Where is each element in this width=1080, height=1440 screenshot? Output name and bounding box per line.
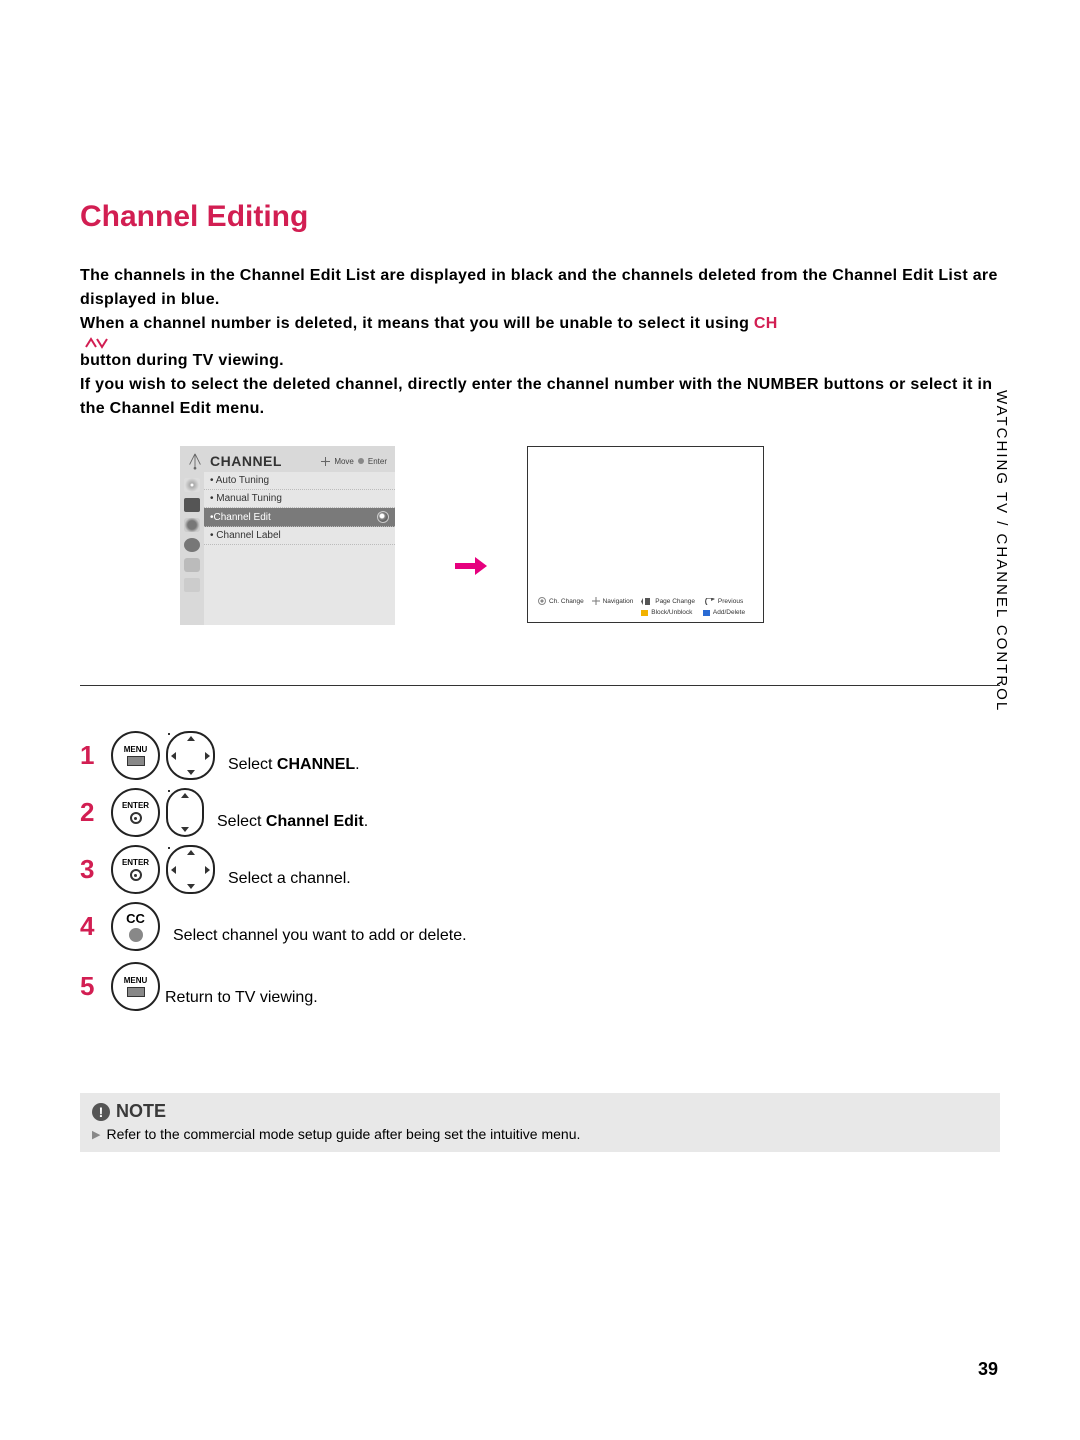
step-2: 2 ENTER Select Channel Edit. xyxy=(80,788,1000,837)
menu-item-channel-edit[interactable]: • Channel Edit xyxy=(204,508,395,527)
channel-menu-header: CHANNEL Move Enter xyxy=(180,446,395,472)
channel-menu-title: CHANNEL xyxy=(210,453,282,469)
dpad-icon xyxy=(166,845,215,894)
channel-menu-list: • Auto Tuning • Manual Tuning • Channel … xyxy=(204,472,395,625)
sidebar-icon-2 xyxy=(184,498,200,512)
channel-menu-panel: CHANNEL Move Enter xyxy=(180,446,395,625)
step-num: 4 xyxy=(80,911,108,942)
selected-dot-icon xyxy=(377,511,389,523)
menu-button-icon: MENU xyxy=(111,962,160,1011)
info-icon: ! xyxy=(92,1103,110,1121)
sidebar-icon-6 xyxy=(184,578,200,592)
content-area: Channel Editing The channels in the Chan… xyxy=(80,200,1000,1152)
step-text: Select a channel. xyxy=(228,870,351,888)
step-4: 4 CC Select channel you want to add or d… xyxy=(80,902,1000,951)
hdr-move-label: Move xyxy=(334,457,354,466)
step-text: Select CHANNEL. xyxy=(228,756,360,774)
steps-list: 1 MENU Select CHANNEL. 2 ENTER Select Ch… xyxy=(80,731,1000,1013)
intro-p2: When a channel number is deleted, it mea… xyxy=(80,312,1000,373)
step-1: 1 MENU Select CHANNEL. xyxy=(80,731,1000,780)
bullet-icon: ▶ xyxy=(92,1128,100,1141)
note-box: ! NOTE ▶ Refer to the commercial mode se… xyxy=(80,1093,1000,1152)
sidebar-icon-4 xyxy=(184,538,200,552)
enter-button-icon: ENTER xyxy=(111,845,160,894)
nav-cross-icon xyxy=(592,597,600,605)
step-text: Select Channel Edit. xyxy=(217,813,368,831)
step-text: Select channel you want to add or delete… xyxy=(173,927,467,945)
menu-button-icon: MENU xyxy=(111,731,160,780)
intro-p2b: button during TV viewing. xyxy=(80,352,284,369)
intro-p2a: When a channel number is deleted, it mea… xyxy=(80,315,754,332)
step-3: 3 ENTER Select a channel. xyxy=(80,845,1000,894)
sidebar-icon-1 xyxy=(184,478,200,492)
hdr-enter-label: Enter xyxy=(368,457,387,466)
note-body: ▶ Refer to the commercial mode setup gui… xyxy=(92,1126,988,1142)
sidebar-icon-5 xyxy=(184,558,200,572)
legend-navigation: Navigation xyxy=(592,597,642,605)
menu-item-auto-tuning[interactable]: • Auto Tuning xyxy=(204,472,395,490)
sidebar-icon-3 xyxy=(184,518,200,532)
ch-updown-icon xyxy=(80,336,110,349)
section-divider xyxy=(80,685,1000,686)
manual-page: WATCHING TV / CHANNEL CONTROL Channel Ed… xyxy=(0,0,1080,1440)
enter-dot-icon xyxy=(358,458,364,464)
step-num: 3 xyxy=(80,854,108,885)
arrow-right-icon xyxy=(455,557,487,575)
legend-add-delete: Add/Delete xyxy=(703,609,753,616)
channel-sidebar-icons xyxy=(180,472,204,625)
dpad-icon xyxy=(166,731,215,780)
intro-text: The channels in the Channel Edit List ar… xyxy=(80,264,1000,421)
step-num: 1 xyxy=(80,740,108,771)
legend-block: Block/Unblock xyxy=(641,609,703,616)
list-legend: Ch. Change Navigation Page Change Previo… xyxy=(528,597,763,616)
cc-button-icon: CC xyxy=(111,902,160,951)
dpad-ud-icon xyxy=(166,788,204,837)
move-icon xyxy=(321,457,330,466)
menu-item-manual-tuning[interactable]: • Manual Tuning xyxy=(204,490,395,508)
intro-p1: The channels in the Channel Edit List ar… xyxy=(80,264,1000,312)
step-num: 2 xyxy=(80,797,108,828)
page-title: Channel Editing xyxy=(80,200,1000,234)
antenna-icon xyxy=(186,452,204,470)
note-heading: ! NOTE xyxy=(92,1101,988,1122)
enter-button-icon: ENTER xyxy=(111,788,160,837)
step-5: 5 MENU Return to TV viewing. xyxy=(80,959,1000,1013)
step-num: 5 xyxy=(80,971,108,1002)
legend-ch-change: Ch. Change xyxy=(538,597,592,605)
figure-row: CHANNEL Move Enter xyxy=(180,446,1000,625)
intro-p3: If you wish to select the deleted channe… xyxy=(80,373,1000,421)
step-text: Return to TV viewing. xyxy=(165,989,318,1007)
channel-edit-list-screen: Ch. Change Navigation Page Change Previo… xyxy=(527,446,764,623)
menu-item-channel-label[interactable]: • Channel Label xyxy=(204,527,395,545)
legend-previous: Previous xyxy=(703,597,753,605)
page-number: 39 xyxy=(978,1359,998,1380)
legend-page-change: Page Change xyxy=(641,597,703,605)
